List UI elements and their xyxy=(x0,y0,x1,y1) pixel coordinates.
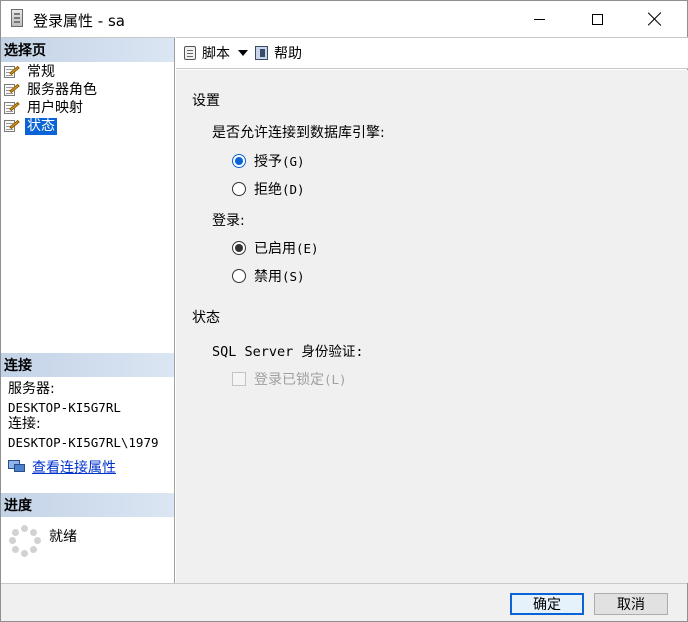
view-connection-properties-link[interactable]: 查看连接属性 xyxy=(32,457,116,477)
title-bar: 登录属性 - sa xyxy=(1,1,687,37)
connection-value: DESKTOP-KI5G7RL\1979 xyxy=(8,434,159,450)
page-item-status[interactable]: 状态 xyxy=(3,117,99,135)
page-item-server-roles[interactable]: 服务器角色 xyxy=(3,81,99,99)
sql-auth-label: SQL Server 身份验证: xyxy=(212,344,364,360)
login-locked-option: 登录已锁定(L) xyxy=(232,369,347,389)
grant-radio-option[interactable]: 授予(G) xyxy=(232,151,305,171)
status-section-title: 状态 xyxy=(192,310,220,326)
progress-status: 就绪 xyxy=(9,525,77,557)
login-locked-checkbox xyxy=(232,372,246,386)
status-page-content: 设置 是否允许连接到数据库引擎: 授予(G) 拒绝(D) 登录: 已启用(E) … xyxy=(176,70,688,583)
view-connection-properties[interactable]: 查看连接属性 xyxy=(8,457,116,477)
deny-radio-option[interactable]: 拒绝(D) xyxy=(232,179,305,199)
connection-header: 连接 xyxy=(1,353,174,377)
grant-radio[interactable] xyxy=(232,154,246,168)
disabled-label: 禁用(S) xyxy=(254,269,305,285)
help-label: 帮助 xyxy=(274,46,302,62)
cancel-button[interactable]: 取消 xyxy=(594,593,668,615)
properties-page-icon xyxy=(3,101,20,115)
page-item-user-mapping[interactable]: 用户映射 xyxy=(3,99,99,117)
ok-button[interactable]: 确定 xyxy=(510,593,584,615)
login-locked-label: 登录已锁定(L) xyxy=(254,372,347,388)
script-dropdown-icon[interactable] xyxy=(238,50,248,56)
close-icon xyxy=(648,12,662,26)
document-icon xyxy=(11,9,23,27)
page-list: 常规 服务器角色 用户映射 状态 xyxy=(3,63,99,135)
progress-status-text: 就绪 xyxy=(49,529,77,545)
window-title: 登录属性 - sa xyxy=(33,12,125,30)
page-item-label: 用户映射 xyxy=(27,99,83,116)
dialog-button-bar: 确定 取消 xyxy=(1,583,687,621)
script-icon xyxy=(182,45,198,61)
spinner-icon xyxy=(9,525,41,557)
disabled-radio-option[interactable]: 禁用(S) xyxy=(232,266,305,286)
page-item-label: 常规 xyxy=(27,63,55,80)
page-item-label: 状态 xyxy=(25,117,57,135)
deny-label: 拒绝(D) xyxy=(254,182,305,198)
minimize-button[interactable] xyxy=(510,1,568,37)
permission-question: 是否允许连接到数据库引擎: xyxy=(212,125,385,141)
enabled-radio[interactable] xyxy=(232,241,246,255)
enabled-label: 已启用(E) xyxy=(254,241,319,257)
left-pane: 选择页 常规 服务器角色 用户映射 状态 连接 服务器: DESKTOP-KI5… xyxy=(1,37,175,583)
grant-label: 授予(G) xyxy=(254,154,305,170)
script-button[interactable]: 脚本 xyxy=(182,43,230,63)
settings-section-title: 设置 xyxy=(192,93,220,109)
script-label: 脚本 xyxy=(202,46,230,62)
page-item-general[interactable]: 常规 xyxy=(3,63,99,81)
close-button[interactable] xyxy=(626,1,684,37)
maximize-button[interactable] xyxy=(568,1,626,37)
properties-page-icon xyxy=(3,119,20,133)
page-item-label: 服务器角色 xyxy=(27,81,97,98)
properties-page-icon xyxy=(3,83,20,97)
toolbar: 脚本 帮助 xyxy=(176,37,688,69)
login-properties-window: 登录属性 - sa 选择页 常规 服务器角色 用户映射 状态 连接 服务器: D… xyxy=(0,0,688,622)
login-label: 登录: xyxy=(212,213,245,229)
maximize-icon xyxy=(591,13,603,25)
connection-properties-icon xyxy=(8,460,26,474)
connection-label: 连接: xyxy=(8,416,41,432)
minimize-icon xyxy=(533,18,545,20)
disabled-radio[interactable] xyxy=(232,269,246,283)
server-value: DESKTOP-KI5G7RL xyxy=(8,399,121,415)
properties-page-icon xyxy=(3,65,20,79)
help-button[interactable]: 帮助 xyxy=(254,43,302,63)
select-page-header: 选择页 xyxy=(1,38,174,62)
server-label: 服务器: xyxy=(8,381,55,397)
connection-info: 服务器: DESKTOP-KI5G7RL 连接: DESKTOP-KI5G7RL… xyxy=(8,381,159,451)
enabled-radio-option[interactable]: 已启用(E) xyxy=(232,238,319,258)
help-icon xyxy=(254,45,270,61)
deny-radio[interactable] xyxy=(232,182,246,196)
progress-header: 进度 xyxy=(1,493,174,517)
